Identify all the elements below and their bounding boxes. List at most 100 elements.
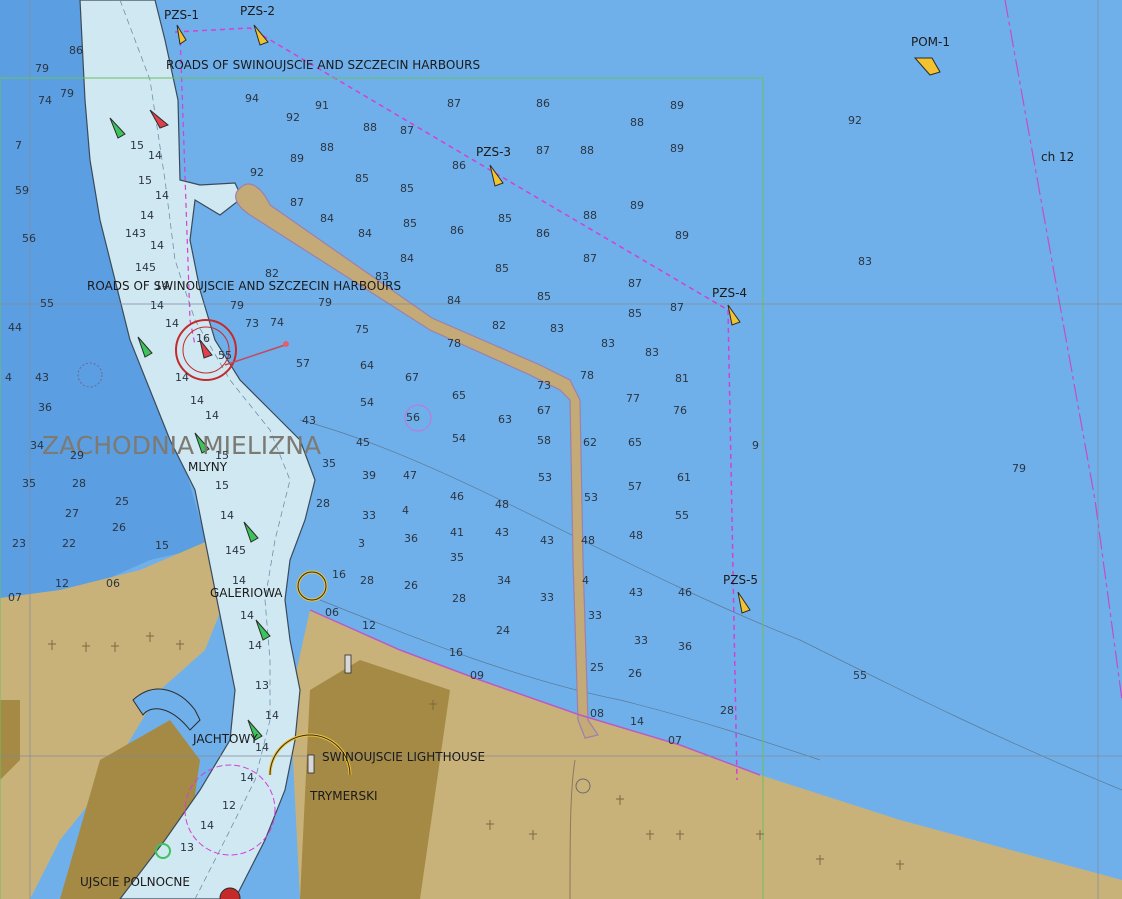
depth-sounding: 145 [225,544,246,557]
depth-sounding: 47 [403,469,417,482]
depth-sounding: 79 [60,87,74,100]
depth-sounding: 89 [630,199,644,212]
depth-sounding: 89 [290,152,304,165]
depth-sounding: 14 [220,509,234,522]
depth-sounding: 33 [588,609,602,622]
depth-sounding: 35 [322,457,336,470]
depth-sounding: 35 [22,477,36,490]
depth-sounding: 12 [222,799,236,812]
depth-sounding: 55 [675,509,689,522]
depth-sounding: 84 [320,212,334,225]
label-ujscie: UJSCIE POLNOCNE [80,875,190,889]
depth-sounding: 4 [5,371,12,384]
depth-sounding: 07 [668,734,682,747]
depth-sounding: 67 [405,371,419,384]
depth-sounding: 12 [55,577,69,590]
depth-sounding: 86 [69,44,83,57]
depth-sounding: 12 [362,619,376,632]
depth-sounding: 46 [678,586,692,599]
depth-sounding: 44 [8,321,22,334]
depth-sounding: 25 [115,495,129,508]
depth-sounding: 08 [590,707,604,720]
depth-sounding: 78 [447,337,461,350]
depth-sounding: 14 [240,609,254,622]
depth-sounding: 14 [148,149,162,162]
depth-sounding: 61 [677,471,691,484]
depth-sounding: 56 [22,232,36,245]
depth-sounding: 16 [449,646,463,659]
depth-sounding: 15 [138,174,152,187]
depth-sounding: 57 [628,480,642,493]
depth-sounding: 87 [628,277,642,290]
depth-sounding: 89 [670,99,684,112]
depth-sounding: 85 [403,217,417,230]
depth-sounding: 16 [196,332,210,345]
depth-sounding: 78 [580,369,594,382]
depth-sounding: 26 [628,667,642,680]
depth-sounding: 34 [30,439,44,452]
depth-sounding: 92 [286,111,300,124]
depth-sounding: 84 [447,294,461,307]
depth-sounding: 85 [498,212,512,225]
depth-sounding: 83 [375,270,389,283]
depth-sounding: 87 [670,301,684,314]
depth-sounding: 14 [265,709,279,722]
depth-sounding: 48 [629,529,643,542]
depth-sounding: 41 [450,526,464,539]
depth-sounding: 59 [15,184,29,197]
depth-sounding: 36 [38,401,52,414]
depth-sounding: 86 [450,224,464,237]
depth-sounding: 89 [670,142,684,155]
depth-sounding: 88 [580,144,594,157]
depth-sounding: 14 [232,574,246,587]
depth-sounding: 63 [498,413,512,426]
lighthouse-icon[interactable] [307,754,315,774]
depth-sounding: 88 [363,121,377,134]
depth-sounding: 79 [35,62,49,75]
label-pzs5: PZS-5 [723,573,759,587]
depth-sounding: 83 [858,255,872,268]
depth-sounding: 79 [318,296,332,309]
depth-sounding: 45 [356,436,370,449]
depth-sounding: 48 [495,498,509,511]
depth-sounding: 55 [40,297,54,310]
depth-sounding: 84 [358,227,372,240]
depth-sounding: 14 [200,819,214,832]
depth-sounding: 43 [35,371,49,384]
depth-sounding: 83 [550,322,564,335]
label-trymerski: TRYMERSKI [310,789,378,803]
depth-sounding: 53 [538,471,552,484]
depth-sounding: 15 [130,139,144,152]
depth-sounding: 89 [675,229,689,242]
depth-sounding: 36 [678,640,692,653]
depth-sounding: 85 [400,182,414,195]
beacon-icon[interactable] [344,654,352,674]
depth-sounding: 46 [450,490,464,503]
depth-sounding: 43 [302,414,316,427]
depth-sounding: 35 [450,551,464,564]
depth-sounding: 73 [537,379,551,392]
depth-sounding: 86 [536,227,550,240]
depth-sounding: 14 [248,639,262,652]
depth-sounding: 15 [155,539,169,552]
depth-sounding: 14 [255,741,269,754]
depth-sounding: 79 [1012,462,1026,475]
depth-sounding: 145 [135,261,156,274]
depth-sounding: 87 [536,144,550,157]
label-galeriowa: GALERIOWA [210,586,283,600]
depth-sounding: 58 [537,434,551,447]
depth-sounding: 26 [112,521,126,534]
depth-sounding: 67 [537,404,551,417]
depth-sounding: 13 [255,679,269,692]
label-lighthouse: SWINOUJSCIE LIGHTHOUSE [322,750,486,764]
depth-sounding: 75 [355,323,369,336]
depth-sounding: 07 [8,591,22,604]
depth-sounding: 43 [540,534,554,547]
depth-sounding: 06 [106,577,120,590]
label-pzs3: PZS-3 [476,145,512,159]
depth-sounding: 82 [265,267,279,280]
nautical-chart[interactable]: PZS-1 PZS-2 PZS-3 PZS-4 PZS-5 POM-1 ch 1… [0,0,1122,899]
depth-sounding: 57 [296,357,310,370]
depth-sounding: 14 [150,299,164,312]
depth-sounding: 28 [360,574,374,587]
